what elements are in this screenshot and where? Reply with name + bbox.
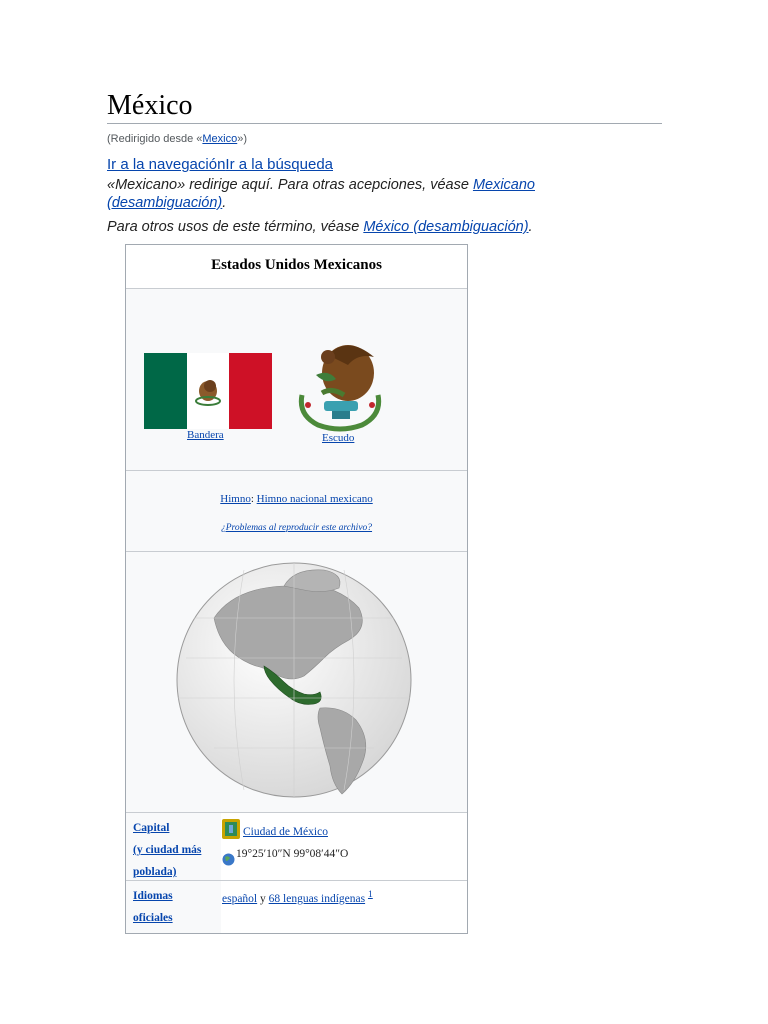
capital-link[interactable]: Capital [133,822,169,834]
languages-link[interactable]: Idiomas [133,890,173,902]
flag-link[interactable]: Bandera [187,429,224,441]
infobox-anthem-row: Himno: Himno nacional mexicano ¿Problema… [126,471,467,552]
reference-link[interactable]: 1 [368,889,373,900]
capital-value-cell [221,813,467,880]
coat-of-arms-image[interactable] [288,335,392,433]
redirect-prefix: (Redirigido desde « [107,133,203,145]
mexico-disambiguation-link[interactable]: México (desambiguación) [363,219,528,235]
page: México (Redirigido desde «Mexico») Ir a … [0,0,768,1024]
infobox-capital-row: Capital (y ciudad más poblada) Ciudad de… [126,813,467,881]
mexico-flag-image[interactable] [144,353,272,429]
capital-label: Capital (y ciudad más poblada) [133,817,201,883]
title-divider [107,123,662,124]
hatnote-mexico: Para otros usos de este término, véase M… [107,219,533,235]
redirect-note: (Redirigido desde «Mexico») [107,133,247,145]
playback-help-link[interactable]: ¿Problemas al reproducir este archivo? [221,523,372,533]
orthographic-map-image[interactable] [174,558,414,802]
hatnote-end: . [528,219,533,235]
page-title: México [107,90,193,121]
infobox-languages-row: Idiomas oficiales español y 68 lenguas i… [126,881,467,933]
coordinates[interactable]: 19°25′10″N 99°08′44″O [236,848,348,860]
capital-link-line2[interactable]: (y ciudad más [133,844,201,856]
jump-links: Ir a la navegaciónIr a la búsqueda [107,156,333,173]
mexico-city-coat-icon [222,819,240,839]
jump-to-navigation-link[interactable]: Ir a la navegación [107,156,225,173]
languages-label: Idiomas oficiales [133,885,173,929]
hatnote-end: . [222,195,227,211]
infobox: Estados Unidos Mexicanos Bandera Escudo … [125,244,468,934]
languages-link-line2[interactable]: oficiales [133,912,173,924]
coat-link[interactable]: Escudo [322,432,354,444]
capital-link-line3[interactable]: poblada) [133,866,176,878]
anthem-name-link[interactable]: Himno nacional mexicano [257,493,373,505]
anthem-label-link[interactable]: Himno [220,493,251,505]
infobox-title: Estados Unidos Mexicanos [211,257,382,273]
globe-icon [222,853,235,866]
infobox-title-row: Estados Unidos Mexicanos [126,245,467,289]
languages-and: y [257,892,269,905]
infobox-symbols-row: Bandera Escudo [126,289,467,471]
capital-value-link[interactable]: Ciudad de México [243,826,328,838]
indigenous-languages-link[interactable]: 68 lenguas indígenas [269,893,365,905]
jump-to-search-link[interactable]: Ir a la búsqueda [225,156,333,173]
infobox-map-row [126,552,467,813]
anthem-line: Himno: Himno nacional mexicano [126,493,467,505]
hatnote-text: Para otros usos de este término, véase [107,219,364,235]
languages-value: español y 68 lenguas indígenas 1 [222,889,373,905]
redirect-suffix: ») [237,133,248,145]
hatnote-mexicano: «Mexicano» redirige aquí. Para otras ace… [107,176,577,212]
redirect-link[interactable]: Mexico [202,133,237,145]
hatnote-text: «Mexicano» redirige aquí. Para otras ace… [107,177,473,193]
anthem-help: ¿Problemas al reproducir este archivo? [126,523,467,533]
spanish-link[interactable]: español [222,893,257,905]
